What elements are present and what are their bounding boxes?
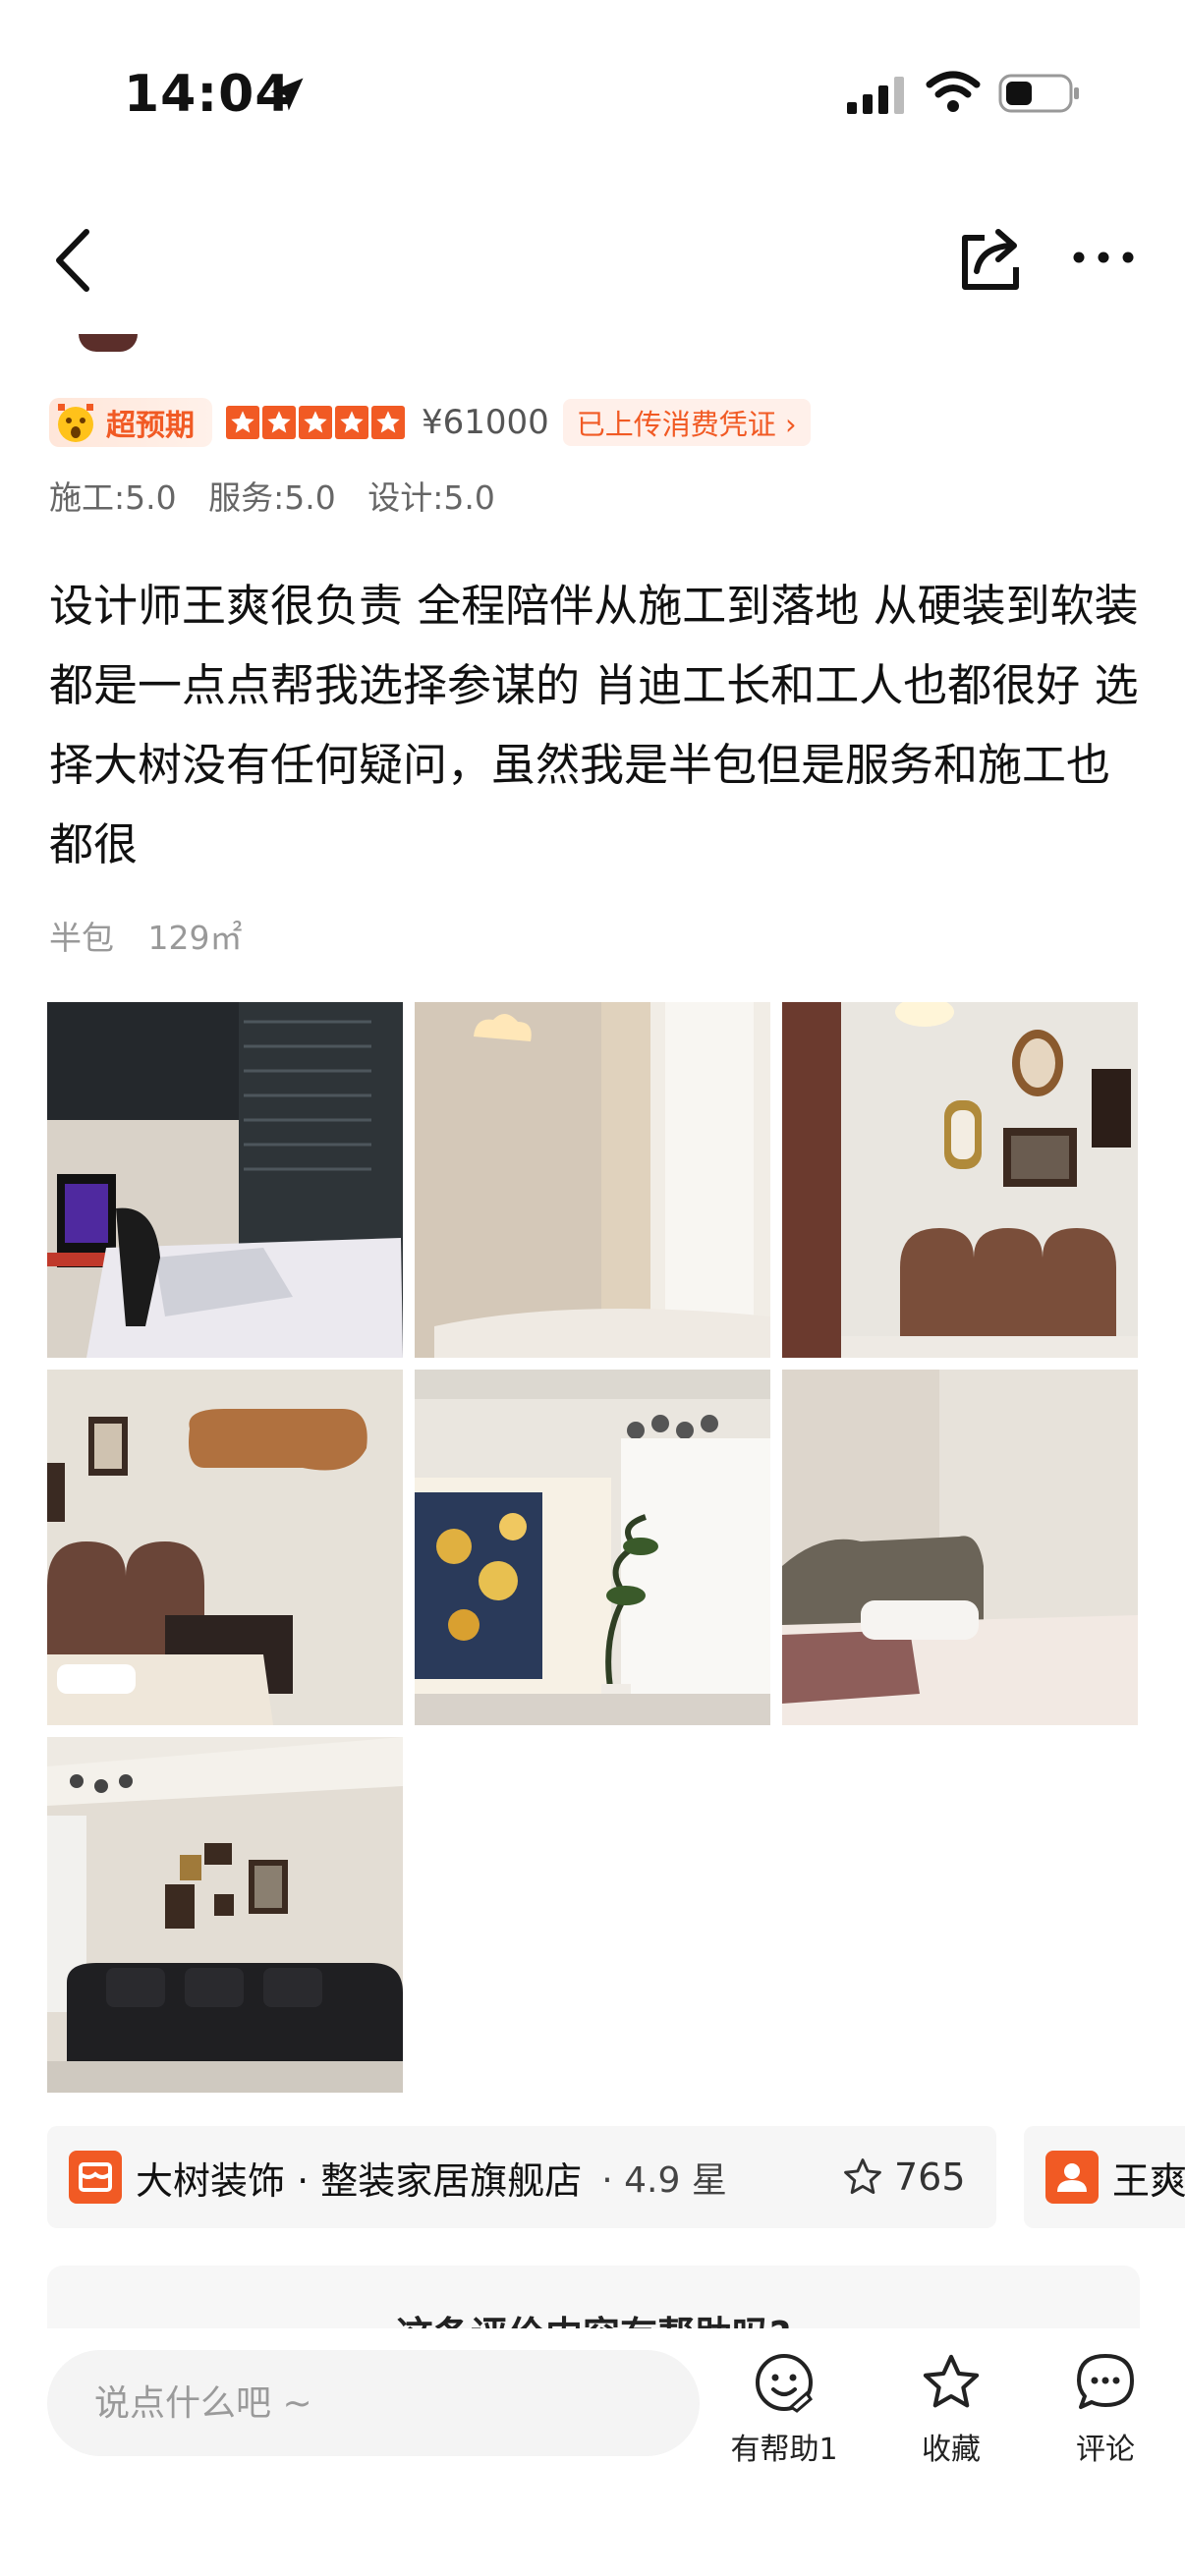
service-score: 服务:5.0	[208, 478, 336, 517]
photo-grid	[47, 1002, 1140, 2093]
sub-scores: 施工:5.0 服务:5.0 设计:5.0	[49, 472, 517, 519]
photo-gallery-wall-bedroom[interactable]	[782, 1002, 1138, 1358]
helpful-button[interactable]: 有帮助1	[720, 2350, 848, 2468]
bottom-action-bar: 有帮助1 收藏 评论	[0, 2328, 1185, 2576]
package-type: 半包	[49, 919, 114, 957]
battery-icon	[998, 74, 1079, 113]
review-text: 设计师王爽很负责 全程陪伴从施工到落地 从硬装到软装 都是一点点帮我选择参谋的 …	[49, 580, 1139, 870]
construction-score: 施工:5.0	[49, 478, 177, 517]
comment-input[interactable]	[47, 2350, 700, 2456]
star-icon	[226, 406, 259, 439]
helpful-label: 有帮助1	[730, 2433, 838, 2467]
shop-favorite-button[interactable]: 765	[841, 2156, 966, 2199]
photo-living-tv-wall[interactable]	[415, 1370, 770, 1725]
shop-card[interactable]: 大树装饰 · 整装家居旗舰店 · 4.9 星 765	[47, 2126, 996, 2228]
photo-study-bedroom[interactable]	[47, 1002, 403, 1358]
star-icon	[371, 406, 405, 439]
location-arrow-icon	[270, 78, 304, 111]
comment-bubble-icon	[1077, 2354, 1134, 2409]
design-score: 设计:5.0	[367, 478, 495, 517]
designer-card[interactable]: 王爽	[1024, 2126, 1185, 2228]
house-area: 129㎡	[147, 919, 243, 957]
share-icon[interactable]	[955, 224, 1026, 295]
designer-name: 王爽	[1112, 2158, 1185, 2203]
exceeded-expectation-badge: 超预期	[49, 398, 212, 447]
comment-label: 评论	[1076, 2433, 1135, 2467]
top-nav	[0, 196, 1185, 324]
shop-favorite-count: 765	[894, 2156, 966, 2199]
rating-row: 超预期 ¥61000 已上传消费凭证 ›	[49, 397, 811, 448]
surprised-face-icon	[58, 404, 93, 442]
wifi-icon	[926, 71, 981, 112]
photo-bedroom-grey-headboard[interactable]	[782, 1370, 1138, 1725]
comment-button[interactable]: 评论	[1042, 2350, 1169, 2468]
back-icon[interactable]	[49, 226, 96, 295]
photo-bedroom-desk[interactable]	[47, 1370, 403, 1725]
star-icon	[335, 406, 368, 439]
star-icon	[262, 406, 296, 439]
helpful-face-icon	[756, 2354, 813, 2413]
photo-curtain-bedroom[interactable]	[415, 1002, 770, 1358]
star-outline-icon	[923, 2354, 980, 2408]
avatar	[79, 334, 138, 352]
cellular-signal-icon	[847, 77, 904, 114]
price: ¥61000	[422, 403, 549, 442]
star-rating	[226, 406, 408, 439]
project-meta: 半包 129㎡	[49, 912, 266, 959]
favorite-button[interactable]: 收藏	[887, 2350, 1015, 2468]
shop-name: 大树装饰 · 整装家居旗舰店	[136, 2158, 583, 2203]
receipt-uploaded-link[interactable]: 已上传消费凭证 ›	[562, 399, 811, 446]
badge-label: 超预期	[106, 409, 195, 443]
more-options-icon[interactable]	[1071, 248, 1136, 267]
designer-avatar-icon	[1045, 2151, 1099, 2204]
status-bar: 14:04	[0, 0, 1185, 187]
shop-rating: · 4.9 星	[601, 2160, 727, 2201]
favorite-label: 收藏	[922, 2433, 981, 2467]
star-icon	[299, 406, 332, 439]
star-outline-icon	[844, 2158, 881, 2195]
photo-living-sofa[interactable]	[47, 1737, 403, 2093]
shop-logo-icon	[69, 2151, 122, 2204]
